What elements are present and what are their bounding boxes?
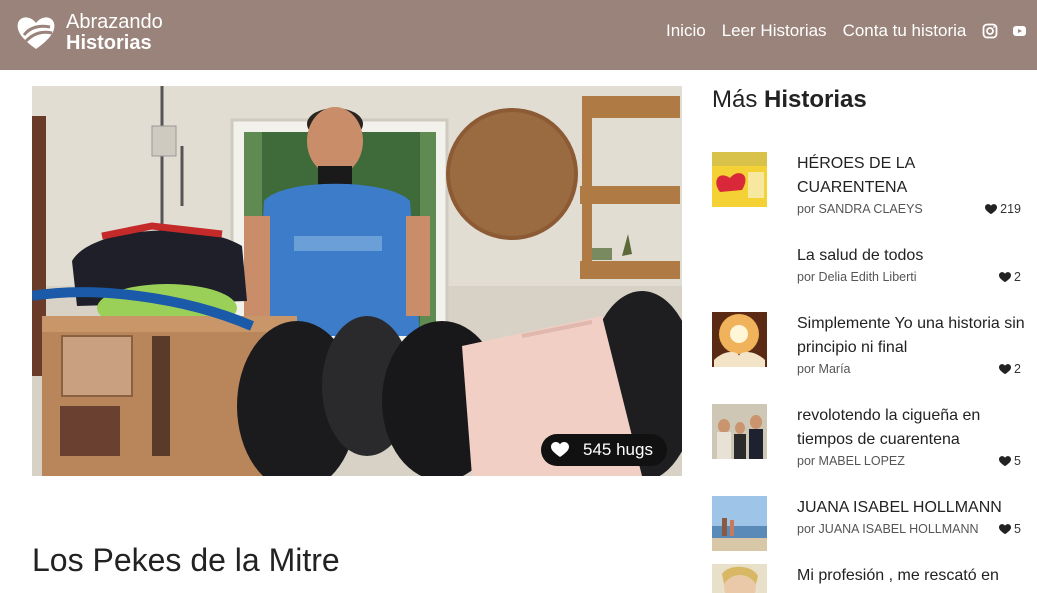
likes-count: 219	[1000, 202, 1021, 216]
story-likes: 5	[999, 454, 1021, 468]
heart-icon	[999, 363, 1012, 374]
story-title-link[interactable]: Mi profesión , me rescató en	[797, 564, 1027, 588]
heart-icon	[999, 455, 1012, 466]
story-title-link[interactable]: revolotendo la cigueña en tiempos de cua…	[797, 404, 1027, 452]
story-thumbnail[interactable]	[712, 312, 767, 367]
sidebar-story-item[interactable]: JUANA ISABEL HOLLMANN por JUANA ISABEL H…	[712, 496, 1027, 552]
story-hero-image: 545 hugs	[32, 86, 682, 476]
story-thumbnail[interactable]	[712, 404, 767, 459]
story-title-link[interactable]: Simplemente Yo una historia sin principi…	[797, 312, 1027, 360]
sidebar-heading: Más Historias	[712, 86, 867, 114]
story-author: por SANDRA CLAEYS	[797, 202, 923, 216]
sidebar-story-item[interactable]: revolotendo la cigueña en tiempos de cua…	[712, 404, 1027, 474]
story-title-link[interactable]: La salud de todos	[797, 244, 1027, 268]
sidebar-heading-light: Más	[712, 86, 758, 113]
story-likes: 219	[985, 202, 1021, 216]
heart-icon	[551, 442, 569, 457]
nav-item-inicio[interactable]: Inicio	[666, 21, 706, 41]
story-likes: 2	[999, 270, 1021, 284]
story-author: por Delia Edith Liberti	[797, 270, 917, 284]
youtube-icon[interactable]	[1012, 23, 1027, 39]
site-header: Abrazando Historias Inicio Leer Historia…	[0, 0, 1037, 70]
main-nav: Inicio Leer Historias Conta tu historia	[666, 20, 1027, 42]
sidebar-heading-bold: Historias	[764, 86, 867, 113]
brand-line2: Historias	[66, 32, 152, 54]
story-author: por MABEL LOPEZ	[797, 454, 905, 468]
likes-count: 5	[1014, 522, 1021, 536]
story-title-link[interactable]: HÉROES DE LA CUARENTENA	[797, 152, 1027, 200]
sidebar-story-item[interactable]: Simplemente Yo una historia sin principi…	[712, 312, 1027, 382]
story-author: por María	[797, 362, 851, 376]
instagram-icon[interactable]	[982, 23, 998, 39]
likes-count: 2	[1014, 270, 1021, 284]
hugs-button[interactable]: 545 hugs	[541, 434, 667, 466]
story-author: por JUANA ISABEL HOLLMANN	[797, 522, 979, 536]
nav-item-leer-historias[interactable]: Leer Historias	[722, 21, 827, 41]
story-likes: 2	[999, 362, 1021, 376]
story-thumbnail[interactable]	[712, 564, 767, 593]
story-thumbnail[interactable]	[712, 152, 767, 207]
heart-icon	[985, 203, 998, 214]
story-title: Los Pekes de la Mitre	[32, 542, 340, 578]
heart-icon	[999, 271, 1012, 282]
story-thumbnail[interactable]	[712, 496, 767, 551]
heart-icon	[999, 523, 1012, 534]
heart-logo-icon	[17, 17, 55, 49]
story-likes: 5	[999, 522, 1021, 536]
sidebar-story-item[interactable]: La salud de todos por Delia Edith Libert…	[712, 244, 1027, 284]
site-logo[interactable]: Abrazando Historias	[14, 10, 189, 56]
likes-count: 2	[1014, 362, 1021, 376]
sidebar-story-item[interactable]: HÉROES DE LA CUARENTENA por SANDRA CLAEY…	[712, 152, 1027, 222]
sidebar-story-item[interactable]: Mi profesión , me rescató en	[712, 564, 1027, 593]
likes-count: 5	[1014, 454, 1021, 468]
hugs-count: 545 hugs	[583, 440, 653, 459]
hero-photo	[32, 86, 682, 476]
brand-line1: Abrazando	[66, 11, 163, 33]
nav-item-conta-tu-historia[interactable]: Conta tu historia	[843, 21, 967, 41]
story-title-link[interactable]: JUANA ISABEL HOLLMANN	[797, 496, 1027, 520]
